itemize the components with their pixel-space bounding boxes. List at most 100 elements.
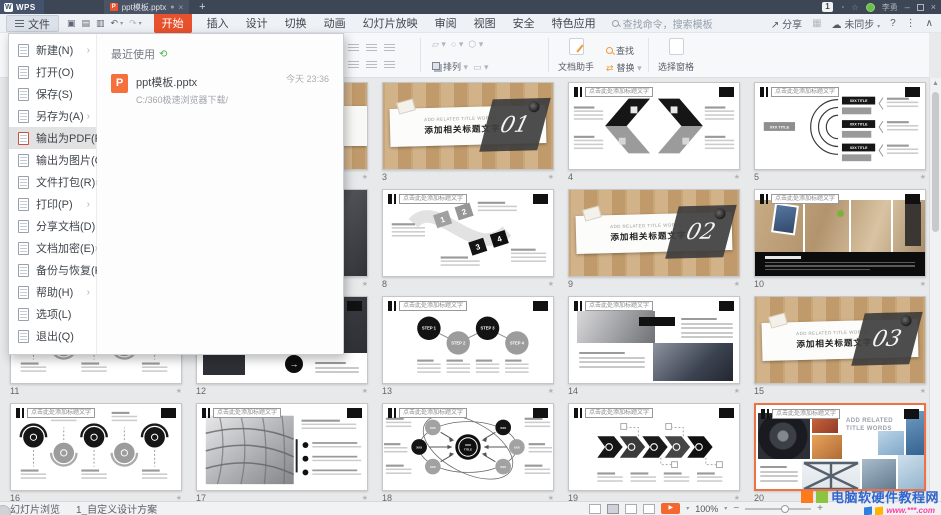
design-scheme-label[interactable]: 1_自定义设计方案 [76, 501, 157, 515]
file-menu-item-1[interactable]: 打开(O) [9, 61, 96, 83]
slide-thumbnail-19[interactable]: 点击此处添加标题文字 [568, 403, 740, 491]
bullet-list-icon[interactable] [348, 40, 402, 58]
align-icons[interactable] [348, 57, 402, 75]
notes-view-icon[interactable] [643, 504, 655, 514]
tab-close-icon[interactable]: × [178, 3, 183, 12]
file-menu-item-11[interactable]: 帮助(H)› [9, 281, 96, 303]
arrange-button[interactable]: 排列 ▾ ▭ ▾ [432, 57, 489, 75]
slide-thumbnail-5[interactable]: 点击此处添加标题文字XXX TITLEXXX TITLEXXX TITLEXXX… [754, 82, 926, 170]
replace-button[interactable]: ⇄替换 ▾ [606, 58, 642, 76]
slide-thumbnail-9[interactable]: ADD RELATED TITLE WORDS添加相关标题文字02 [568, 189, 740, 277]
file-menu-item-6[interactable]: 文件打包(R)› [9, 171, 96, 193]
search-command-box[interactable]: 查找命令，搜索模板 [612, 16, 713, 31]
scroll-up-icon[interactable]: ▲ [930, 80, 941, 87]
zoom-caret-icon[interactable]: ▾ [724, 505, 727, 512]
zoom-out-button[interactable]: − [733, 504, 739, 514]
slide-thumbnail-17[interactable]: 点击此处添加标题文字 [196, 403, 368, 491]
zoom-slider-knob[interactable] [781, 505, 789, 513]
file-menu-item-13[interactable]: 退出(Q) [9, 325, 96, 347]
file-menu-item-8[interactable]: 分享文档(D) [9, 215, 96, 237]
menu-tab-1[interactable]: 插入 [205, 13, 231, 33]
slide-thumbnail-16[interactable]: 点击此处添加标题文字 [10, 403, 182, 491]
document-tab[interactable]: P ppt模板.pptx ● × [104, 0, 189, 14]
file-menu-item-2[interactable]: 保存(S) [9, 83, 96, 105]
slide-thumbnail-10[interactable]: 点击此处添加标题文字 [754, 189, 926, 277]
menu-tab-0[interactable]: 开始 [154, 13, 192, 33]
menu-tab-7[interactable]: 视图 [472, 13, 498, 33]
svg-text:XXX: XXX [514, 445, 520, 449]
slide-thumbnail-4[interactable]: 点击此处添加标题文字 [568, 82, 740, 170]
undo-caret-icon[interactable]: ▾ [120, 20, 123, 27]
file-menu-item-5[interactable]: 输出为图片(G) [9, 149, 96, 171]
document-icon [18, 286, 29, 299]
zoom-level[interactable]: 100% [695, 504, 718, 514]
slide-sorter-view-icon[interactable] [607, 504, 619, 514]
bell-icon[interactable]: ◔ [840, 3, 845, 12]
slide-thumbnail-18[interactable]: 点击此处添加标题文字XXXTITLEXXXXXXXXXXXXXXXXXX [382, 403, 554, 491]
menu-tab-4[interactable]: 动画 [322, 13, 348, 33]
new-tab-button[interactable]: + [199, 1, 205, 13]
share-button[interactable]: ↗ 分享 [771, 16, 802, 31]
vertical-scrollbar[interactable]: ▲ ▼ [929, 78, 941, 501]
slide-thumbnail-3[interactable]: ADD RELATED TITLE WORDS添加相关标题文字01 [382, 82, 554, 170]
user-name[interactable]: 李勇 [882, 2, 898, 13]
slide-thumbnail-13[interactable]: 点击此处添加标题文字STEP 1STEP 2STEP 3STEP 4 [382, 296, 554, 384]
slide-number: 13 [382, 386, 392, 396]
message-badge[interactable]: 1 [822, 2, 832, 12]
document-tab-title: ppt模板.pptx [122, 2, 166, 13]
user-avatar[interactable] [866, 3, 875, 12]
refresh-icon[interactable]: ⟲ [159, 49, 167, 60]
menu-tab-2[interactable]: 设计 [244, 13, 270, 33]
document-icon [18, 44, 29, 57]
help-button[interactable]: ? [890, 18, 896, 29]
svg-text:XXX TITLE: XXX TITLE [850, 99, 868, 103]
sync-status[interactable]: ☁ 未同步 ▾ [832, 16, 881, 31]
slide-thumbnail-14[interactable]: 点击此处添加标题文字 [568, 296, 740, 384]
arrange-icon [432, 62, 440, 70]
file-menu-item-0[interactable]: 新建(N)› [9, 39, 96, 61]
slide-number: 12 [196, 386, 206, 396]
doc-assistant-icon [569, 38, 584, 55]
play-caret-icon[interactable]: ▾ [686, 505, 689, 512]
menu-tab-8[interactable]: 安全 [511, 13, 537, 33]
collapse-ribbon-icon[interactable]: ∧ [926, 18, 933, 29]
ribbon-divider [420, 38, 421, 72]
menu-tab-6[interactable]: 审阅 [433, 13, 459, 33]
recent-file-path: C:/360极速浏览器下载/ [136, 93, 228, 106]
close-button[interactable]: × [931, 1, 936, 13]
star-icon[interactable]: ☆ [852, 3, 859, 12]
file-menu-item-12[interactable]: 选项(L) [9, 303, 96, 325]
tab-pin-icon[interactable]: ● [170, 4, 174, 11]
file-menu-item-3[interactable]: 另存为(A)› [9, 105, 96, 127]
find-button[interactable]: 查找 [606, 41, 634, 59]
quickbar-caret-icon[interactable]: ▾ [139, 20, 142, 27]
menu-tab-3[interactable]: 切换 [283, 13, 309, 33]
wps-logo[interactable]: WWPS [0, 0, 44, 14]
selection-pane-icon [669, 38, 684, 55]
selection-pane-button[interactable]: 选择窗格 [658, 38, 694, 73]
redo-icon[interactable]: ↷ [129, 18, 137, 29]
menu-tab-5[interactable]: 幻灯片放映 [361, 13, 420, 33]
slide-thumbnail-20[interactable]: 点击此处添加标题文字ADD RELATED TITLE WORDS [754, 403, 926, 491]
slideshow-play-button[interactable]: ▶ [661, 503, 680, 514]
file-menu-item-4[interactable]: 输出为PDF(F) [9, 127, 96, 149]
file-menu-item-9[interactable]: 文档加密(E)› [9, 237, 96, 259]
minimize-button[interactable]: – [905, 1, 910, 13]
menu-tabs: 开始插入设计切换动画幻灯片放映审阅视图安全特色应用 [154, 13, 598, 33]
slide-thumbnail-8[interactable]: 点击此处添加标题文字1234 [382, 189, 554, 277]
scrollbar-thumb[interactable] [932, 92, 939, 232]
preview-icon[interactable]: ▥ [96, 18, 105, 29]
menu-tab-9[interactable]: 特色应用 [550, 13, 598, 33]
more-options-icon[interactable]: ⋮ [906, 18, 916, 29]
print-icon[interactable]: ▤ [82, 18, 91, 29]
undo-icon[interactable]: ↶ [111, 18, 119, 29]
doc-assistant-button[interactable]: 文档助手 [558, 38, 594, 73]
save-icon[interactable]: ▣ [67, 18, 76, 29]
reading-view-icon[interactable] [625, 504, 637, 514]
file-menu-button[interactable]: 文件 [6, 15, 59, 32]
file-menu-item-7[interactable]: 打印(P)› [9, 193, 96, 215]
file-menu-item-10[interactable]: 备份与恢复(K)› [9, 259, 96, 281]
slide-thumbnail-15[interactable]: ADD RELATED TITLE WORDS添加相关标题文字03 [754, 296, 926, 384]
normal-view-icon[interactable] [589, 504, 601, 514]
maximize-button[interactable] [917, 4, 924, 11]
